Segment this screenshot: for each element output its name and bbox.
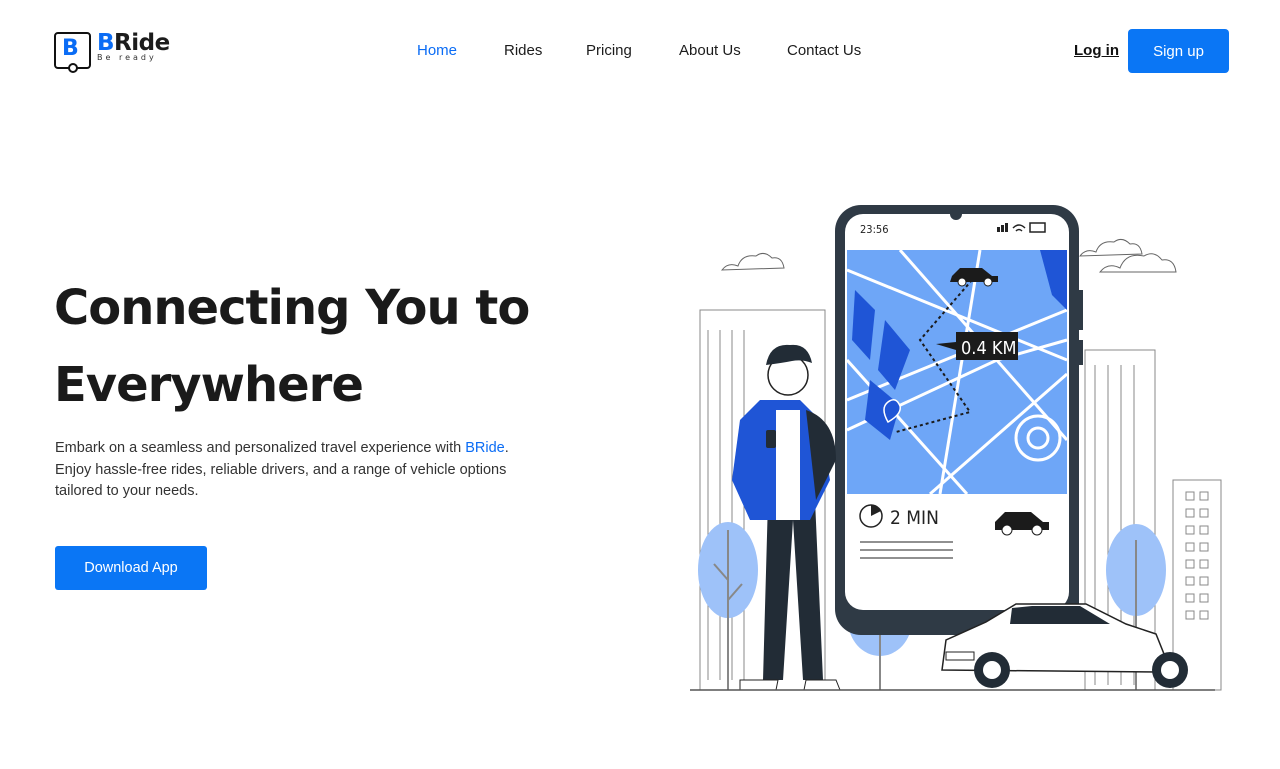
main-nav: Home Rides Pricing About Us Contact Us bbox=[417, 42, 887, 62]
nav-rides[interactable]: Rides bbox=[504, 42, 542, 59]
brand-name: BRide bbox=[97, 32, 170, 55]
brand-logo[interactable]: B BRide Be ready bbox=[54, 32, 170, 73]
nav-home[interactable]: Home bbox=[417, 42, 457, 59]
login-link[interactable]: Log in bbox=[1074, 42, 1119, 59]
hero-title-line1: Connecting You to bbox=[54, 280, 530, 336]
nav-pricing[interactable]: Pricing bbox=[586, 42, 632, 59]
download-app-button[interactable]: Download App bbox=[55, 546, 207, 590]
logo-mark-icon: B bbox=[54, 32, 91, 73]
hero-desc-brand: BRide bbox=[465, 440, 505, 456]
phone-time: 23:56 bbox=[860, 223, 889, 236]
signup-button[interactable]: Sign up bbox=[1128, 29, 1229, 73]
hero-title: Connecting You to Everywhere bbox=[54, 270, 614, 424]
hero-description: Embark on a seamless and personalized tr… bbox=[55, 438, 525, 503]
nav-contact-us[interactable]: Contact Us bbox=[787, 42, 861, 59]
logo-letter: B bbox=[62, 36, 79, 61]
distance-label: 0.4 KM bbox=[961, 338, 1016, 359]
hero-desc-part1: Embark on a seamless and personalized tr… bbox=[55, 440, 466, 456]
site-header: B BRide Be ready Home Rides Pricing Abou… bbox=[0, 0, 1280, 102]
phone-mockup: 23:56 0.4 KM 2 MIN bbox=[835, 205, 1083, 635]
eta-label: 2 MIN bbox=[890, 507, 939, 529]
nav-about-us[interactable]: About Us bbox=[679, 42, 741, 59]
hero-illustration: 23:56 0.4 KM 2 MIN bbox=[680, 200, 1240, 700]
ride-app-illustration: 23:56 0.4 KM 2 MIN bbox=[690, 205, 1222, 691]
logo-text: BRide Be ready bbox=[97, 32, 170, 62]
hero-title-line2: Everywhere bbox=[54, 357, 364, 413]
logo-dot bbox=[68, 63, 78, 73]
